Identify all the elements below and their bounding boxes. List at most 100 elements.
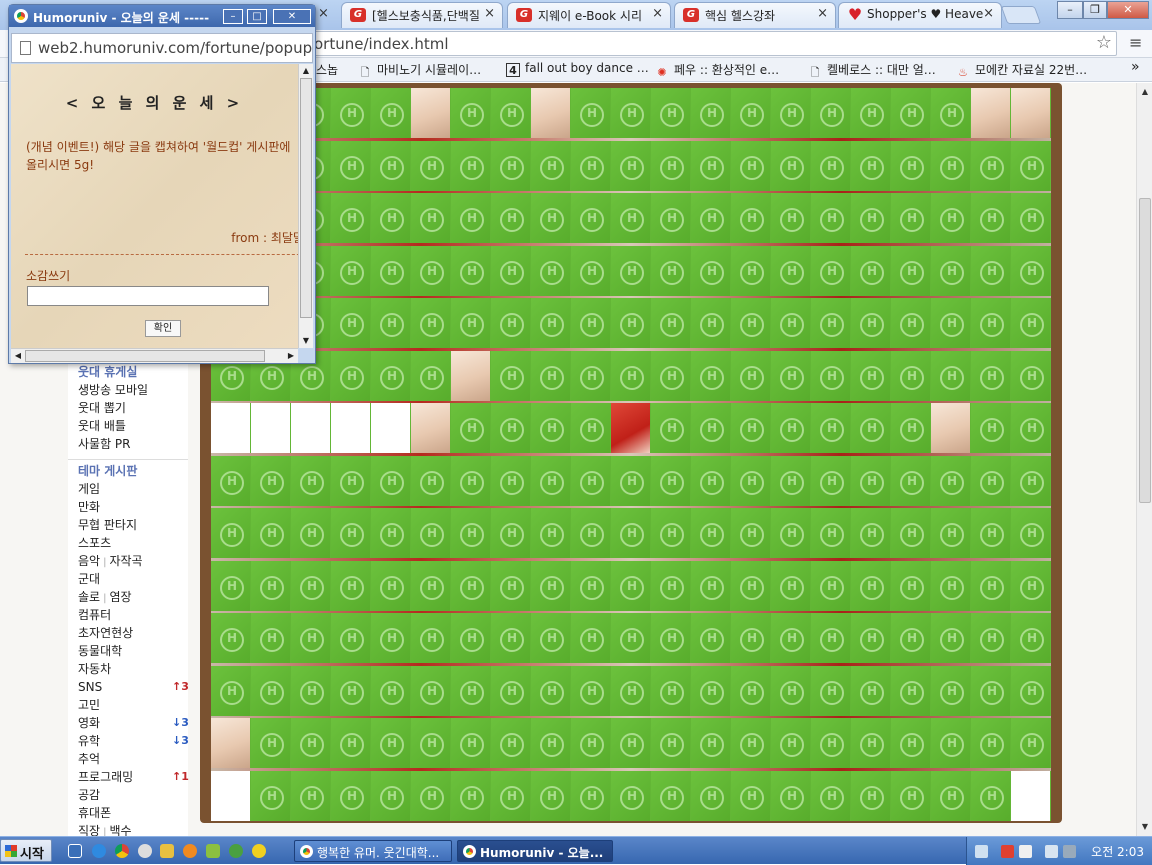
browser-tab[interactable]: G 핵심 헬스강좌 ×	[674, 2, 836, 28]
hidden-tile[interactable]	[691, 88, 731, 138]
hidden-tile[interactable]	[731, 245, 771, 296]
bookmarks-overflow-button[interactable]: »	[1131, 59, 1140, 75]
hidden-tile[interactable]	[771, 455, 811, 506]
hidden-tile[interactable]	[851, 350, 891, 401]
hidden-tab-close-icon[interactable]: ×	[318, 6, 329, 21]
hidden-tile[interactable]	[651, 770, 691, 821]
hidden-tile[interactable]	[811, 508, 851, 558]
scrollbar-thumb[interactable]	[25, 350, 265, 362]
hidden-tile[interactable]	[771, 193, 811, 243]
hidden-tile[interactable]	[371, 193, 411, 243]
hidden-tile[interactable]	[331, 455, 371, 506]
sidebar-item[interactable]: 생방송 모바일	[78, 381, 148, 399]
hidden-tile[interactable]	[451, 403, 491, 453]
hidden-tile[interactable]	[691, 140, 731, 191]
hidden-tile[interactable]	[331, 613, 371, 663]
hidden-tile[interactable]	[651, 193, 691, 243]
hidden-tile[interactable]	[451, 718, 491, 768]
hidden-tile[interactable]	[771, 298, 811, 348]
hidden-tile[interactable]	[931, 245, 971, 296]
hidden-tile[interactable]	[931, 613, 971, 663]
hidden-tile[interactable]	[971, 140, 1011, 191]
hidden-tile[interactable]	[491, 455, 531, 506]
ie-icon[interactable]	[92, 844, 106, 858]
hidden-tile[interactable]	[971, 718, 1011, 768]
sidebar-item[interactable]: 동물대학	[78, 642, 143, 660]
popup-address-bar[interactable]: web2.humoruniv.com/fortune/popup2	[11, 33, 313, 63]
sidebar-header-themes[interactable]: 테마 게시판	[78, 462, 143, 480]
hidden-tile[interactable]	[291, 718, 331, 768]
popup-close-button[interactable]: ✕	[273, 9, 311, 24]
confirm-button[interactable]: 확인	[145, 320, 181, 337]
app-icon[interactable]	[183, 844, 197, 858]
hidden-tile[interactable]	[891, 770, 931, 821]
hidden-tile[interactable]	[931, 455, 971, 506]
popup-minimize-button[interactable]: –	[223, 9, 243, 24]
hidden-tile[interactable]	[451, 140, 491, 191]
hidden-tile[interactable]	[451, 298, 491, 348]
messenger-icon[interactable]	[138, 844, 152, 858]
sidebar-item[interactable]: 프로그래밍 ↑1	[78, 768, 189, 786]
hidden-tile[interactable]	[371, 665, 411, 716]
hidden-tile[interactable]	[731, 88, 771, 138]
hidden-tile[interactable]	[531, 770, 571, 821]
hidden-tile[interactable]	[371, 298, 411, 348]
hidden-tile[interactable]	[371, 508, 411, 558]
close-tab-icon[interactable]: ×	[652, 6, 663, 21]
hidden-tile[interactable]	[731, 770, 771, 821]
hidden-tile[interactable]	[531, 298, 571, 348]
hidden-tile[interactable]	[851, 665, 891, 716]
hidden-tile[interactable]	[451, 665, 491, 716]
torrent-icon[interactable]	[229, 844, 243, 858]
hidden-tile[interactable]	[371, 718, 411, 768]
hidden-tile[interactable]	[411, 350, 451, 401]
hidden-tile[interactable]	[691, 193, 731, 243]
hidden-tile[interactable]	[411, 508, 451, 558]
revealed-tile[interactable]	[971, 88, 1011, 138]
revealed-tile[interactable]	[411, 88, 451, 138]
hidden-tile[interactable]	[211, 455, 251, 506]
scroll-up-icon[interactable]: ▲	[300, 65, 312, 77]
hidden-tile[interactable]	[411, 665, 451, 716]
security-icon[interactable]	[1001, 845, 1014, 858]
hidden-tile[interactable]	[291, 770, 331, 821]
hidden-tile[interactable]	[531, 245, 571, 296]
sidebar-item[interactable]: SNS ↑3	[78, 678, 189, 696]
tool-icon[interactable]	[160, 844, 174, 858]
hidden-tile[interactable]	[691, 560, 731, 611]
hidden-tile[interactable]	[531, 403, 571, 453]
hidden-tile[interactable]	[931, 193, 971, 243]
hidden-tile[interactable]	[371, 560, 411, 611]
hidden-tile[interactable]	[851, 718, 891, 768]
revealed-tile[interactable]	[1011, 88, 1051, 138]
sidebar-item[interactable]: 게임	[78, 480, 143, 498]
hidden-tile[interactable]	[451, 508, 491, 558]
sidebar-item[interactable]: 웃대 뽑기	[78, 399, 148, 417]
network-tool-icon[interactable]	[975, 845, 988, 858]
hidden-tile[interactable]	[1011, 350, 1051, 401]
hidden-tile[interactable]	[691, 298, 731, 348]
hidden-tile[interactable]	[371, 245, 411, 296]
hidden-tile[interactable]	[651, 508, 691, 558]
hidden-tile[interactable]	[571, 245, 611, 296]
popup-horizontal-scrollbar[interactable]: ◀ ▶	[11, 348, 298, 363]
hidden-tile[interactable]	[611, 508, 651, 558]
hidden-tile[interactable]	[1011, 245, 1051, 296]
hidden-tile[interactable]	[691, 245, 731, 296]
hidden-tile[interactable]	[1011, 665, 1051, 716]
hidden-tile[interactable]	[291, 560, 331, 611]
hidden-tile[interactable]	[531, 665, 571, 716]
bookmark-item[interactable]: ♨ 모에칸 자료실 22번…	[956, 61, 1087, 80]
hidden-tile[interactable]	[651, 245, 691, 296]
hidden-tile[interactable]	[931, 508, 971, 558]
bookmark-item[interactable]: 4 fall out boy dance …	[506, 61, 649, 77]
hidden-tile[interactable]	[611, 298, 651, 348]
hidden-tile[interactable]	[691, 350, 731, 401]
sidebar-item[interactable]: 무협 판타지	[78, 516, 143, 534]
hidden-tile[interactable]	[771, 140, 811, 191]
hidden-tile[interactable]	[651, 718, 691, 768]
hidden-tile[interactable]	[251, 718, 291, 768]
hidden-tile[interactable]	[811, 88, 851, 138]
browser-tab[interactable]: G 지웨이 e-Book 시리 ×	[507, 2, 671, 28]
hidden-tile[interactable]	[611, 193, 651, 243]
